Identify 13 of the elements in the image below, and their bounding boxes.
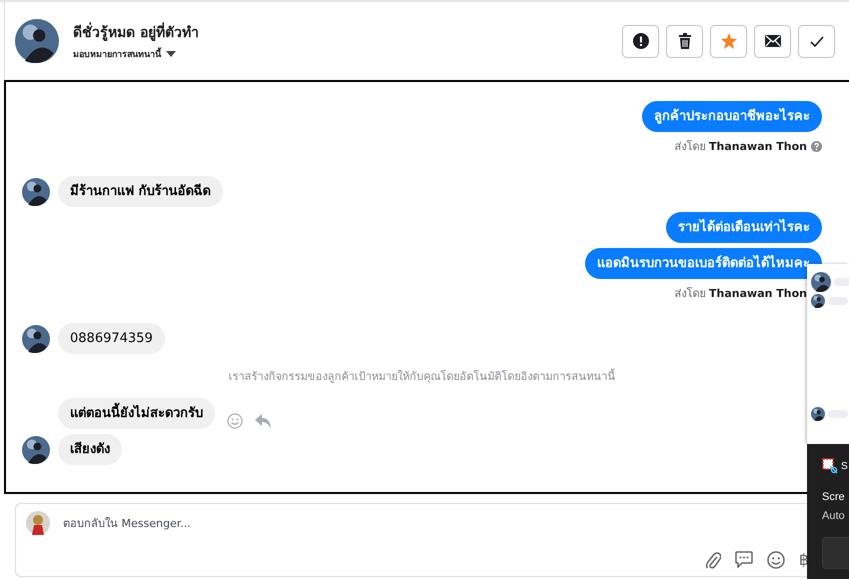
sender-label: ส่งโดย Thanawan Thon [674, 139, 807, 155]
message-bubble: เสียงดัง [58, 434, 122, 465]
message-bubble: รายได้ต่อเดือนเท่าไรคะ [666, 212, 822, 243]
system-note: เราสร้างกิจกรรมของลูกค้าเป้าหมายให้กับคุณโดยอัตโนมัติโดยอิงตามการสนทนานี้ [228, 368, 616, 385]
message-bubble: แต่ตอนนี้ยังไม่สะดวกรับ [58, 398, 215, 429]
sender-label: ส่งโดย Thanawan Thon [674, 286, 807, 302]
message-bubble: แอดมินรบกวนขอเบอร์ติดต่อได้ไหมคะ [585, 248, 822, 279]
app-name: S [841, 460, 848, 472]
contact-name: ดีชั่วรู้หมด อยู่ที่ตัวทำ [73, 21, 622, 43]
toast-title: Scre [822, 490, 845, 505]
message-bubble: ลูกค้าประกอบอาชีพอะไรคะ [642, 101, 822, 132]
message-bubble: มีร้านกาแฟ กับร้านอัดฉีด [58, 176, 223, 207]
message-bubble: 0886974359 [58, 323, 165, 354]
